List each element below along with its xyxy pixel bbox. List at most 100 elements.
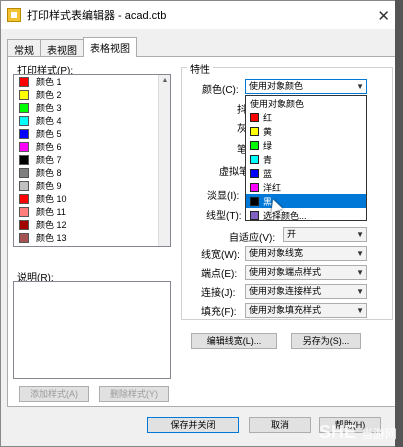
- add-style-button[interactable]: 添加样式(A): [19, 386, 89, 402]
- fill-label: 填充(F):: [201, 307, 237, 318]
- color-option-label: 洋红: [263, 182, 282, 193]
- color-swatch: [250, 210, 259, 220]
- tab-table-view[interactable]: 表视图: [40, 39, 84, 57]
- plot-style-item[interactable]: 颜色 8: [14, 166, 170, 179]
- plot-style-item[interactable]: 颜色 12: [14, 218, 170, 231]
- color-option[interactable]: 红: [246, 110, 366, 124]
- tab-strip: 常规 表视图 表格视图: [7, 37, 137, 57]
- plot-style-name: 颜色 5: [36, 129, 62, 139]
- color-select[interactable]: 使用对象颜色 ▼: [245, 79, 367, 94]
- color-option[interactable]: 洋红: [246, 180, 366, 194]
- description-textarea[interactable]: [13, 281, 171, 379]
- color-swatch: [19, 89, 29, 100]
- plot-style-item[interactable]: 颜色 11: [14, 205, 170, 218]
- chevron-down-icon: ▼: [356, 268, 364, 277]
- plot-style-item[interactable]: 颜色 7: [14, 153, 170, 166]
- color-swatch: [250, 182, 259, 192]
- chevron-down-icon: ▼: [356, 230, 364, 239]
- watermark-logo: SHE 当游网: [318, 422, 397, 442]
- color-option[interactable]: 青: [246, 152, 366, 166]
- color-option[interactable]: 黄: [246, 124, 366, 138]
- chevron-down-icon: ▼: [356, 249, 364, 258]
- plot-style-name: 颜色 3: [36, 103, 62, 113]
- plot-style-name: 颜色 13: [36, 233, 67, 243]
- endpoint-label: 端点(E):: [201, 269, 238, 280]
- chevron-down-icon: ▼: [356, 82, 364, 91]
- color-swatch: [19, 180, 29, 191]
- background-strip: [395, 0, 403, 447]
- tab-general[interactable]: 常规: [7, 39, 41, 57]
- color-option[interactable]: 黑: [246, 194, 366, 208]
- color-option[interactable]: 蓝: [246, 166, 366, 180]
- color-option[interactable]: 选择颜色...: [246, 208, 366, 222]
- plot-style-item[interactable]: 颜色 13: [14, 231, 170, 244]
- cancel-button[interactable]: 取消: [249, 417, 311, 433]
- lineweight-select-value: 使用对象线宽: [249, 248, 304, 258]
- styles-scrollbar[interactable]: ▲: [158, 75, 170, 246]
- plot-style-item[interactable]: 颜色 5: [14, 127, 170, 140]
- plot-style-name: 颜色 7: [36, 155, 62, 165]
- color-option-label: 选择颜色...: [263, 210, 307, 221]
- plot-style-name: 颜色 4: [36, 116, 62, 126]
- color-option-label: 黄: [263, 126, 273, 137]
- plot-style-item[interactable]: 颜色 1: [14, 75, 170, 88]
- edit-lineweights-button[interactable]: 编辑线宽(L)...: [191, 333, 277, 349]
- color-option-label: 红: [263, 112, 273, 123]
- plot-style-item[interactable]: 颜色 10: [14, 192, 170, 205]
- adaptive-select-value: 开: [287, 229, 297, 239]
- plot-style-name: 颜色 6: [36, 142, 62, 152]
- fill-select[interactable]: 使用对象填充样式 ▼: [245, 303, 367, 318]
- join-select[interactable]: 使用对象连接样式 ▼: [245, 284, 367, 299]
- save-as-button[interactable]: 另存为(S)...: [291, 333, 361, 349]
- screening-label: 淡显(I):: [207, 191, 240, 202]
- title-bar: 打印样式表编辑器 - acad.ctb ✕: [1, 1, 402, 29]
- color-swatch: [19, 115, 29, 126]
- linetype-label: 线型(T):: [206, 211, 242, 222]
- plot-style-name: 颜色 9: [36, 181, 62, 191]
- color-swatch: [250, 112, 259, 122]
- window-title: 打印样式表编辑器 - acad.ctb: [27, 10, 167, 22]
- plot-style-item[interactable]: 颜色 3: [14, 101, 170, 114]
- lineweight-label: 线宽(W):: [201, 250, 240, 261]
- color-swatch: [19, 141, 29, 152]
- chevron-down-icon: ▼: [356, 306, 364, 315]
- plot-style-item[interactable]: 颜色 9: [14, 179, 170, 192]
- endpoint-select[interactable]: 使用对象端点样式 ▼: [245, 265, 367, 280]
- color-swatch: [19, 154, 29, 165]
- lineweight-select[interactable]: 使用对象线宽 ▼: [245, 246, 367, 261]
- color-swatch: [250, 196, 259, 206]
- save-and-close-button[interactable]: 保存并关闭: [147, 417, 239, 433]
- color-swatch: [19, 102, 29, 113]
- plot-style-name: 颜色 10: [36, 194, 67, 204]
- adaptive-select[interactable]: 开 ▼: [283, 227, 367, 242]
- close-icon[interactable]: ✕: [377, 7, 390, 25]
- adaptive-label: 自适应(V):: [229, 233, 276, 244]
- color-option-label: 蓝: [263, 168, 273, 179]
- color-swatch: [19, 76, 29, 87]
- color-option[interactable]: 绿: [246, 138, 366, 152]
- plot-style-item[interactable]: 颜色 2: [14, 88, 170, 101]
- app-icon: [7, 8, 21, 22]
- color-swatch: [19, 167, 29, 178]
- plot-styles-list[interactable]: 颜色 1 颜色 2 颜色 3 颜色 4 颜色 5 颜色 6 颜色 7 颜色 8 颜色 9 颜色 1…: [13, 74, 171, 247]
- plot-style-name: 颜色 1: [36, 77, 62, 87]
- color-option[interactable]: 使用对象颜色: [246, 96, 366, 110]
- color-swatch: [250, 140, 259, 150]
- plot-style-name: 颜色 8: [36, 168, 62, 178]
- color-option-label: 使用对象颜色: [250, 98, 305, 109]
- color-swatch: [19, 206, 29, 217]
- fill-select-value: 使用对象填充样式: [249, 305, 322, 315]
- color-dropdown-list[interactable]: 使用对象颜色红黄绿青蓝洋红黑选择颜色...: [245, 95, 367, 221]
- plot-style-name: 颜色 11: [36, 207, 66, 217]
- plot-style-name: 颜色 2: [36, 90, 62, 100]
- plot-style-item[interactable]: 颜色 6: [14, 140, 170, 153]
- join-label: 连接(J):: [201, 288, 236, 299]
- plot-style-item[interactable]: 颜色 4: [14, 114, 170, 127]
- scroll-up-icon[interactable]: ▲: [159, 75, 170, 87]
- color-swatch: [250, 168, 259, 178]
- tab-form-view[interactable]: 表格视图: [83, 37, 137, 57]
- color-option-label: 绿: [263, 140, 273, 151]
- print-style-editor-window: 打印样式表编辑器 - acad.ctb ✕ 常规 表视图 表格视图 打印样式(P…: [0, 0, 403, 447]
- delete-style-button[interactable]: 删除样式(Y): [99, 386, 169, 402]
- color-swatch: [19, 219, 29, 230]
